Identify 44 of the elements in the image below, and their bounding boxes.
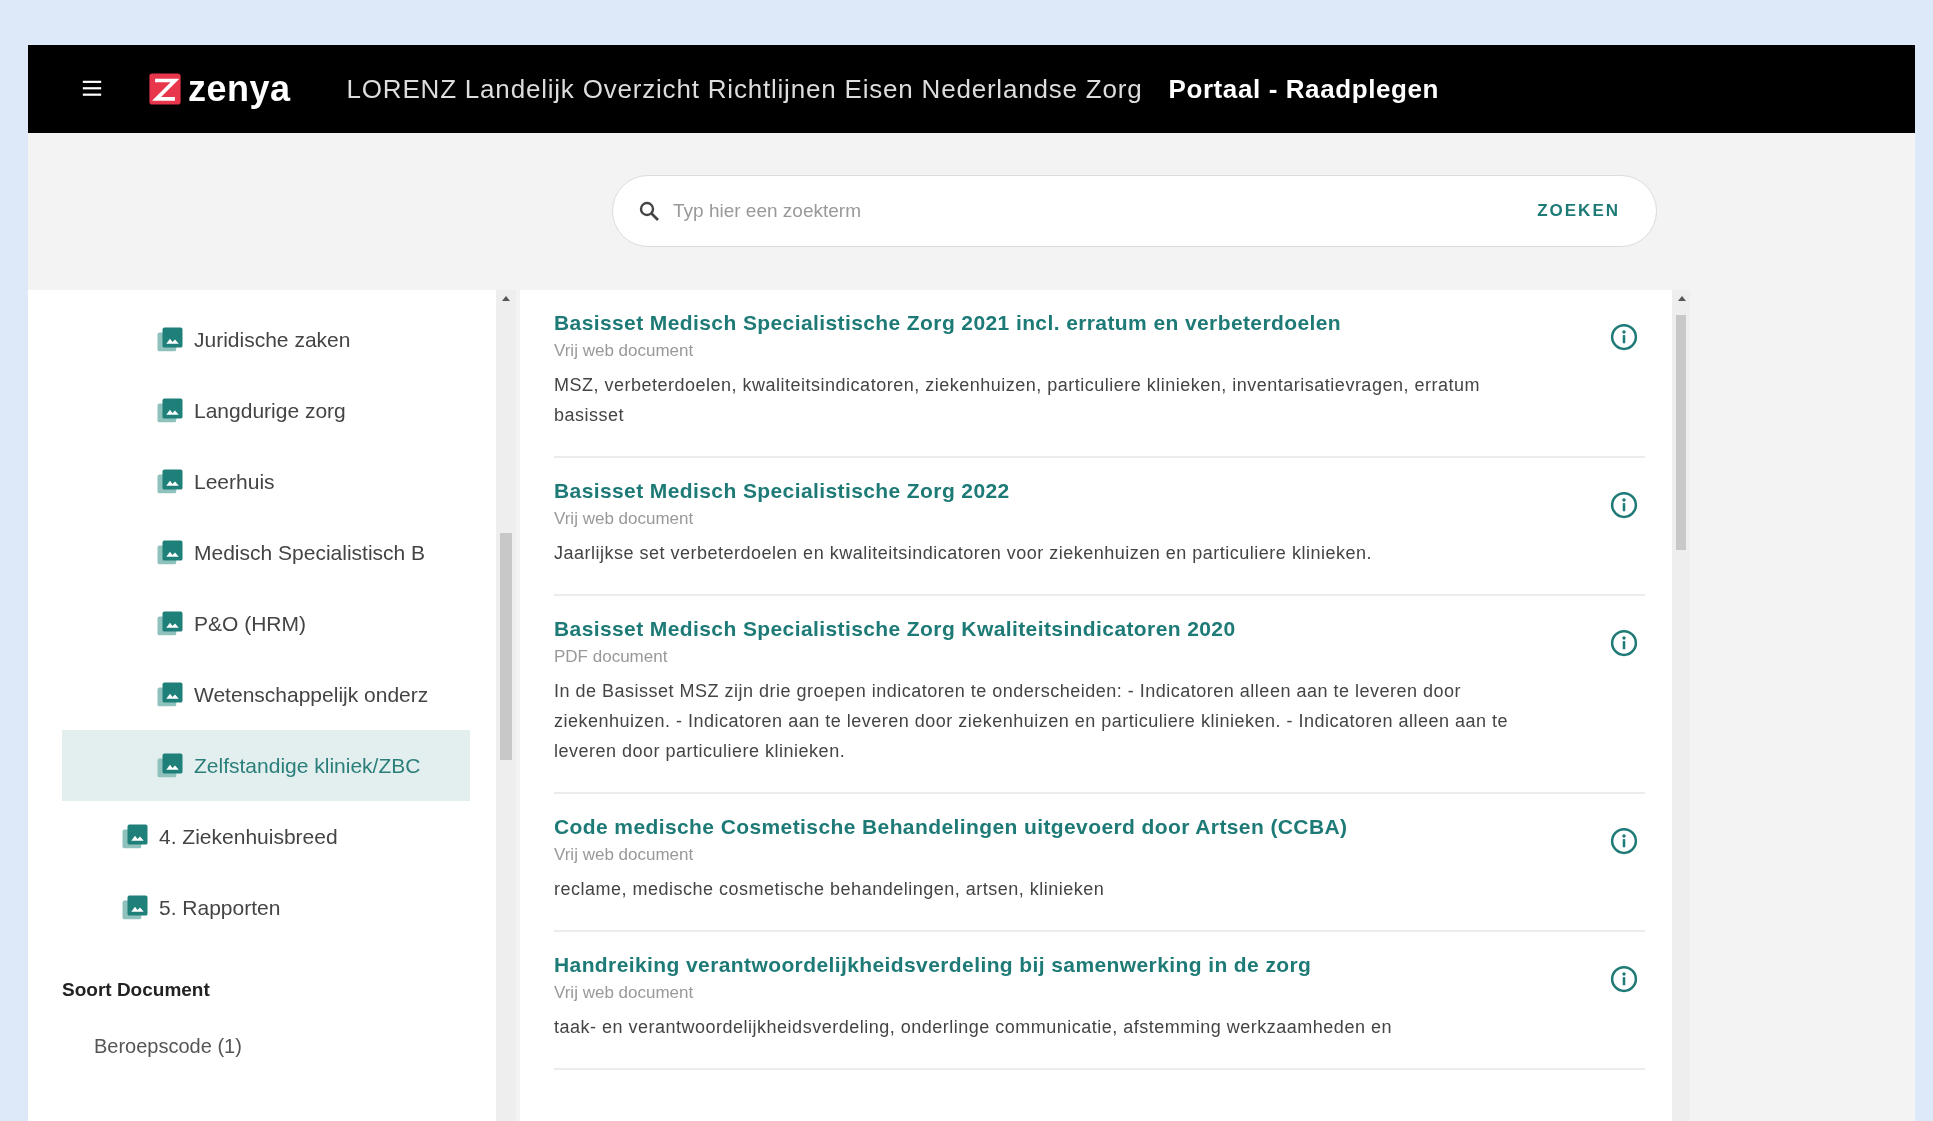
- app-title: LORENZ Landelijk Overzicht Richtlijnen Eisen Nederlandse Zorg: [346, 73, 1143, 105]
- result-title-link[interactable]: Basisset Medisch Specialistische Zorg Kwaliteitsindicatoren 2020: [554, 614, 1589, 644]
- document-type: PDF document: [554, 646, 669, 668]
- search-icon: [637, 199, 661, 223]
- logo-icon: [148, 72, 182, 106]
- page-title: Portaal - Raadplegen: [1168, 73, 1440, 105]
- search-button[interactable]: ZOEKEN: [1529, 193, 1628, 229]
- scrollbar-thumb[interactable]: [500, 533, 512, 760]
- result-description: In de Basisset MSZ zijn drie groepen indicatoren te onderscheiden: - Indicatoren alleen aan te leveren door ziekenhuizen. - Indicatoren aan te leveren door ziekenhuizen en particuliere klinieken. - Indicatoren alleen aan te leveren door particuliere klinieken.: [554, 680, 1510, 763]
- tree-item[interactable]: Medisch Specialistisch B: [62, 517, 470, 588]
- info-icon[interactable]: [1609, 964, 1639, 994]
- result-title-link[interactable]: Code medische Cosmetische Behandelingen uitgevoerd door Artsen (CCBA): [554, 812, 1589, 842]
- tree-item[interactable]: Langdurige zorg: [62, 375, 470, 446]
- scroll-up-icon[interactable]: [1677, 294, 1687, 302]
- tree-item[interactable]: Leerhuis: [62, 446, 470, 517]
- result-title-link[interactable]: Handreiking verantwoordelijkheidsverdeling bij samenwerking in de zorg: [554, 950, 1589, 980]
- tree-item[interactable]: 4. Ziekenhuisbreed: [62, 801, 470, 872]
- filter-option[interactable]: Beroepscode (1): [94, 1035, 496, 1058]
- scroll-up-icon[interactable]: [501, 294, 511, 302]
- search-field[interactable]: Typ hier een zoekterm ZOEKEN: [612, 175, 1657, 247]
- tree-item[interactable]: Wetenschappelijk onderz: [62, 659, 470, 730]
- filter-heading: Soort Document: [62, 979, 211, 1001]
- info-icon[interactable]: [1609, 322, 1639, 352]
- scrollbar[interactable]: [496, 290, 516, 1121]
- info-icon[interactable]: [1609, 628, 1639, 658]
- info-icon[interactable]: [1609, 490, 1639, 520]
- info-icon[interactable]: [1609, 826, 1639, 856]
- tree-item[interactable]: P&O (HRM): [62, 588, 470, 659]
- result-description: taak- en verantwoordelijkheidsverdeling, onderlinge communicatie, afstemming werkzaamheden en: [554, 1016, 1393, 1039]
- scrollbar[interactable]: [1672, 290, 1690, 1121]
- document-type: Vrij web document: [554, 982, 695, 1004]
- tree-item[interactable]: Juridische zaken: [62, 304, 470, 375]
- result-description: MSZ, verbeterdoelen, kwaliteitsindicatoren, ziekenhuizen, particuliere klinieken, inventarisatievragen, erratum basisset: [554, 374, 1481, 427]
- document-type: Vrij web document: [554, 844, 695, 866]
- result-title-link[interactable]: Basisset Medisch Specialistische Zorg 2021 incl. erratum en verbeterdoelen: [554, 308, 1589, 338]
- logo-text: zenya: [188, 68, 291, 110]
- document-type: Vrij web document: [554, 340, 695, 362]
- tree-item[interactable]: Zelfstandige kliniek/ZBC: [62, 730, 470, 801]
- tree-item[interactable]: 5. Rapporten: [62, 872, 470, 943]
- result-description: reclame, medische cosmetische behandelingen, artsen, klinieken: [554, 878, 1106, 901]
- result-description: Jaarlijkse set verbeterdoelen en kwaliteitsindicatoren voor ziekenhuizen en particuliere klinieken.: [554, 542, 1373, 565]
- document-type: Vrij web document: [554, 508, 695, 530]
- scrollbar-thumb[interactable]: [1676, 315, 1686, 550]
- result-title-link[interactable]: Basisset Medisch Specialistische Zorg 2022: [554, 476, 1589, 506]
